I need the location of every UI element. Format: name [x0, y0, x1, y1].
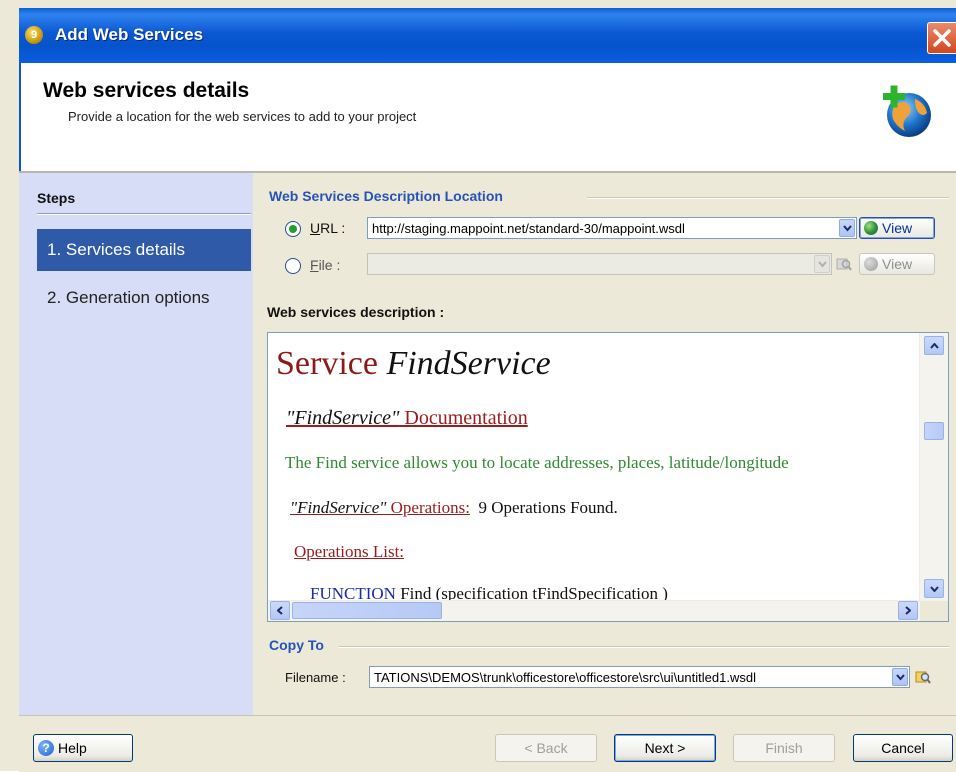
browse-icon[interactable]: [915, 669, 931, 685]
chevron-down-icon: [843, 225, 852, 232]
globe-icon: [864, 257, 878, 271]
file-view-button[interactable]: View: [859, 253, 935, 275]
close-button[interactable]: [927, 22, 956, 54]
next-button[interactable]: Next >: [614, 734, 716, 762]
window-title: Add Web Services: [55, 25, 204, 44]
description-content: Service FindService "FindService" Docume…: [268, 333, 920, 601]
main-panel: Web Services Description Location URL : …: [253, 173, 956, 715]
file-label: File :: [310, 257, 341, 273]
globe-add-icon: [883, 85, 931, 137]
ops-service-name: "FindService": [290, 498, 387, 517]
url-radio[interactable]: [285, 221, 301, 237]
ops-word: Operations:: [390, 498, 470, 517]
page-subtitle: Provide a location for the web services …: [68, 109, 417, 124]
help-button[interactable]: ? Help: [33, 734, 133, 762]
file-dropdown-button[interactable]: [814, 255, 830, 273]
scroll-down-button[interactable]: [924, 579, 944, 598]
chevron-down-icon: [930, 586, 939, 592]
vertical-scroll-thumb[interactable]: [924, 422, 944, 440]
cancel-button[interactable]: Cancel: [853, 734, 953, 762]
sidebar-item-services-details[interactable]: 1. Services details: [37, 229, 251, 271]
dialog-button-bar: ? Help < Back Next > Finish Cancel: [19, 715, 956, 772]
filename-combo[interactable]: TATIONS\DEMOS\trunk\officestore\officest…: [369, 666, 910, 688]
add-web-services-dialog: 9 Add Web Services Web services details …: [0, 0, 956, 772]
help-icon: ?: [38, 740, 54, 756]
horizontal-scrollbar[interactable]: [268, 600, 920, 621]
filename-value: TATIONS\DEMOS\trunk\officestore\officest…: [374, 670, 756, 685]
service-heading: Service FindService: [276, 345, 551, 383]
service-word: Service: [276, 345, 378, 382]
scroll-up-button[interactable]: [924, 336, 944, 355]
doc-service-name: "FindService": [286, 407, 400, 429]
vertical-scrollbar[interactable]: [919, 333, 948, 601]
steps-sidebar: Steps 1. Services details 2. Generation …: [19, 173, 253, 715]
doc-word: Documentation: [404, 407, 528, 429]
url-label: URL :: [310, 220, 346, 236]
copy-to-group-line: [339, 646, 949, 648]
chevron-down-icon: [896, 674, 905, 681]
service-name: FindService: [386, 345, 551, 382]
sidebar-item-generation-options[interactable]: 2. Generation options: [37, 277, 251, 319]
finish-button[interactable]: Finish: [733, 734, 835, 762]
url-combo[interactable]: http://staging.mappoint.net/standard-30/…: [367, 217, 857, 239]
location-group-title: Web Services Description Location: [269, 188, 503, 204]
function-signature: FUNCTION Find (specification tFindSpecif…: [310, 584, 668, 601]
scroll-left-button[interactable]: [270, 601, 290, 620]
url-value: http://staging.mappoint.net/standard-30/…: [372, 221, 685, 236]
operations-count: 9 Operations Found.: [478, 498, 618, 517]
file-combo[interactable]: [367, 253, 832, 275]
function-rest: Find (specification tFindSpecification ): [400, 584, 668, 601]
app-logo-icon: 9: [25, 26, 43, 44]
chevron-up-icon: [930, 343, 939, 349]
scroll-corner: [920, 601, 948, 621]
file-radio[interactable]: [285, 258, 301, 274]
steps-divider: [37, 213, 251, 215]
description-label: Web services description :: [267, 304, 445, 320]
function-keyword: FUNCTION: [310, 584, 396, 601]
operations-list-link[interactable]: Operations List:: [294, 542, 404, 562]
operations-summary: "FindService" Operations: 9 Operations F…: [290, 498, 618, 518]
steps-title: Steps: [37, 190, 76, 206]
globe-icon: [864, 221, 878, 235]
url-label-text: RL :: [320, 220, 346, 236]
help-label: Help: [58, 740, 87, 756]
horizontal-scroll-thumb[interactable]: [292, 602, 442, 619]
title-bar[interactable]: 9 Add Web Services: [19, 8, 956, 63]
chevron-right-icon: [905, 606, 911, 615]
copy-to-group-title: Copy To: [269, 637, 324, 653]
location-group-line: [587, 197, 949, 199]
close-icon: [933, 29, 951, 47]
browse-icon[interactable]: [836, 256, 852, 272]
description-viewer[interactable]: Service FindService "FindService" Docume…: [267, 332, 949, 622]
url-dropdown-button[interactable]: [839, 219, 855, 237]
back-button[interactable]: < Back: [495, 734, 597, 762]
url-view-button[interactable]: View: [859, 217, 935, 239]
page-title: Web services details: [43, 79, 250, 102]
chevron-down-icon: [818, 261, 827, 268]
scroll-right-button[interactable]: [898, 601, 918, 620]
wizard-header: Web services details Provide a location …: [19, 63, 956, 171]
operations-link[interactable]: "FindService" Operations:: [290, 498, 470, 517]
filename-label: Filename :: [285, 670, 346, 685]
url-view-label: View: [882, 220, 913, 236]
documentation-link[interactable]: "FindService" Documentation: [286, 407, 528, 430]
file-label-text: ile :: [318, 257, 341, 273]
service-documentation-text: The Find service allows you to locate ad…: [285, 453, 789, 472]
chevron-left-icon: [277, 606, 283, 615]
file-view-label: View: [882, 256, 913, 272]
filename-dropdown-button[interactable]: [892, 668, 908, 686]
